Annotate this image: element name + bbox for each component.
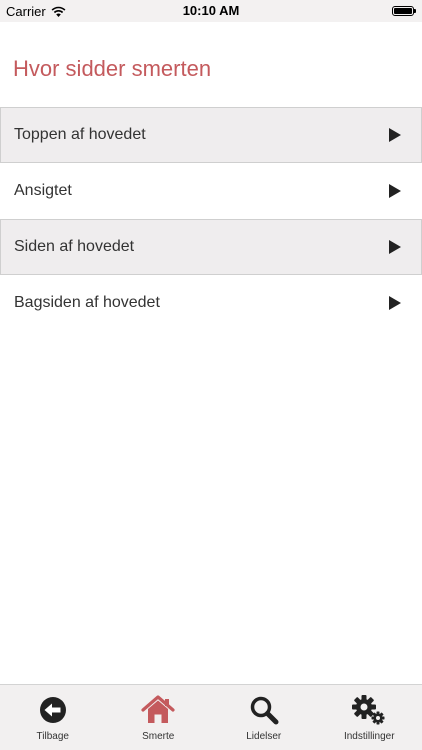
gears-icon <box>352 695 385 725</box>
search-icon <box>250 696 279 725</box>
tab-lidelser[interactable]: Lidelser <box>211 685 317 750</box>
chevron-right-icon <box>389 128 401 142</box>
list-item-siden-af-hovedet[interactable]: Siden af hovedet <box>0 219 422 275</box>
tab-bar: Tilbage Smerte Lidelser Indstillinger <box>0 684 422 750</box>
back-arrow-circle-icon <box>39 697 66 723</box>
tab-smerte[interactable]: Smerte <box>106 685 212 750</box>
battery-fill <box>394 8 412 14</box>
list-item-toppen-af-hovedet[interactable]: Toppen af hovedet <box>0 107 422 163</box>
tab-label: Lidelser <box>246 731 282 742</box>
tab-label: Tilbage <box>36 731 69 742</box>
status-bar: Carrier 10:10 AM <box>0 0 422 22</box>
clock: 10:10 AM <box>182 3 240 18</box>
list-item-ansigtet[interactable]: Ansigtet <box>0 163 422 219</box>
tab-tilbage[interactable]: Tilbage <box>0 685 106 750</box>
chevron-right-icon <box>389 184 401 198</box>
tab-label: Indstillinger <box>343 731 395 742</box>
home-icon <box>141 695 175 723</box>
chevron-right-icon <box>389 296 401 310</box>
list-item-label: Ansigtet <box>14 182 72 199</box>
list-item-label: Bagsiden af hovedet <box>14 294 160 311</box>
list-item-label: Siden af hovedet <box>14 238 135 255</box>
page-title: Hvor sidder smerten <box>13 56 212 81</box>
list-item-label: Toppen af hovedet <box>14 126 146 143</box>
tab-label: Smerte <box>142 731 175 742</box>
tab-indstillinger[interactable]: Indstillinger <box>317 685 422 750</box>
chevron-right-icon <box>389 240 401 254</box>
pain-location-list: Toppen af hovedet Ansigtet Siden af hove… <box>0 107 422 331</box>
list-item-bagsiden-af-hovedet[interactable]: Bagsiden af hovedet <box>0 275 422 331</box>
battery-icon <box>392 6 416 16</box>
